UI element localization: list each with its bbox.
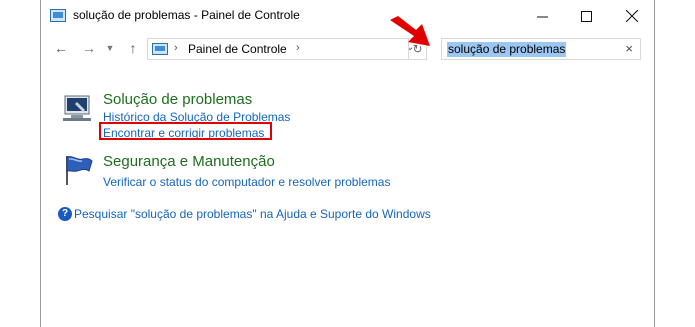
search-input[interactable]: solução de problemas bbox=[447, 42, 567, 57]
chevron-right-icon[interactable]: › bbox=[296, 42, 300, 54]
up-button[interactable]: ↑ bbox=[123, 38, 143, 58]
chevron-right-icon[interactable]: › bbox=[174, 42, 178, 54]
help-search-link[interactable]: ? Pesquisar "solução de problemas" na Aju… bbox=[58, 206, 431, 221]
control-panel-window: solução de problemas - Painel de Control… bbox=[40, 0, 655, 327]
minimize-icon bbox=[536, 16, 548, 17]
content-area: Solução de problemas Histórico da Soluçã… bbox=[41, 62, 654, 327]
recent-locations-button[interactable]: ▼ bbox=[103, 38, 117, 58]
breadcrumb[interactable]: Painel de Controle bbox=[188, 42, 287, 56]
help-icon: ? bbox=[58, 206, 72, 221]
arrow-up-icon: ↑ bbox=[129, 40, 137, 56]
back-button[interactable]: ← bbox=[51, 38, 71, 58]
close-icon bbox=[626, 10, 638, 22]
flag-icon bbox=[66, 156, 93, 185]
help-link-text[interactable]: Pesquisar "solução de problemas" na Ajud… bbox=[74, 207, 431, 221]
minimize-button[interactable] bbox=[519, 0, 565, 32]
search-box[interactable]: solução de problemas × bbox=[441, 38, 641, 60]
check-computer-status-link[interactable]: Verificar o status do computador e resol… bbox=[103, 175, 390, 189]
maximize-button[interactable] bbox=[563, 0, 609, 32]
control-panel-icon bbox=[152, 43, 168, 55]
control-panel-icon bbox=[50, 9, 66, 22]
chevron-down-icon: ▼ bbox=[105, 43, 115, 53]
category-title[interactable]: Segurança e Manutenção bbox=[103, 153, 275, 170]
navigation-bar: ← → ▼ ↑ › Painel de Controle › ⌄ ↻ soluç… bbox=[41, 35, 654, 61]
troubleshooting-icon bbox=[63, 95, 91, 121]
maximize-icon bbox=[580, 10, 592, 22]
window-title: solução de problemas - Painel de Control… bbox=[73, 8, 300, 22]
annotation-arrow bbox=[390, 16, 430, 46]
forward-button[interactable]: → bbox=[79, 38, 99, 58]
address-bar[interactable]: › Painel de Controle › ⌄ bbox=[147, 38, 427, 60]
close-button[interactable] bbox=[609, 0, 655, 32]
category-title[interactable]: Solução de problemas bbox=[103, 91, 252, 108]
highlight-box bbox=[99, 122, 272, 140]
title-bar: solução de problemas - Painel de Control… bbox=[41, 0, 654, 32]
arrow-right-icon: → bbox=[82, 40, 96, 56]
arrow-left-icon: ← bbox=[54, 40, 68, 56]
clear-search-button[interactable]: × bbox=[625, 41, 633, 56]
